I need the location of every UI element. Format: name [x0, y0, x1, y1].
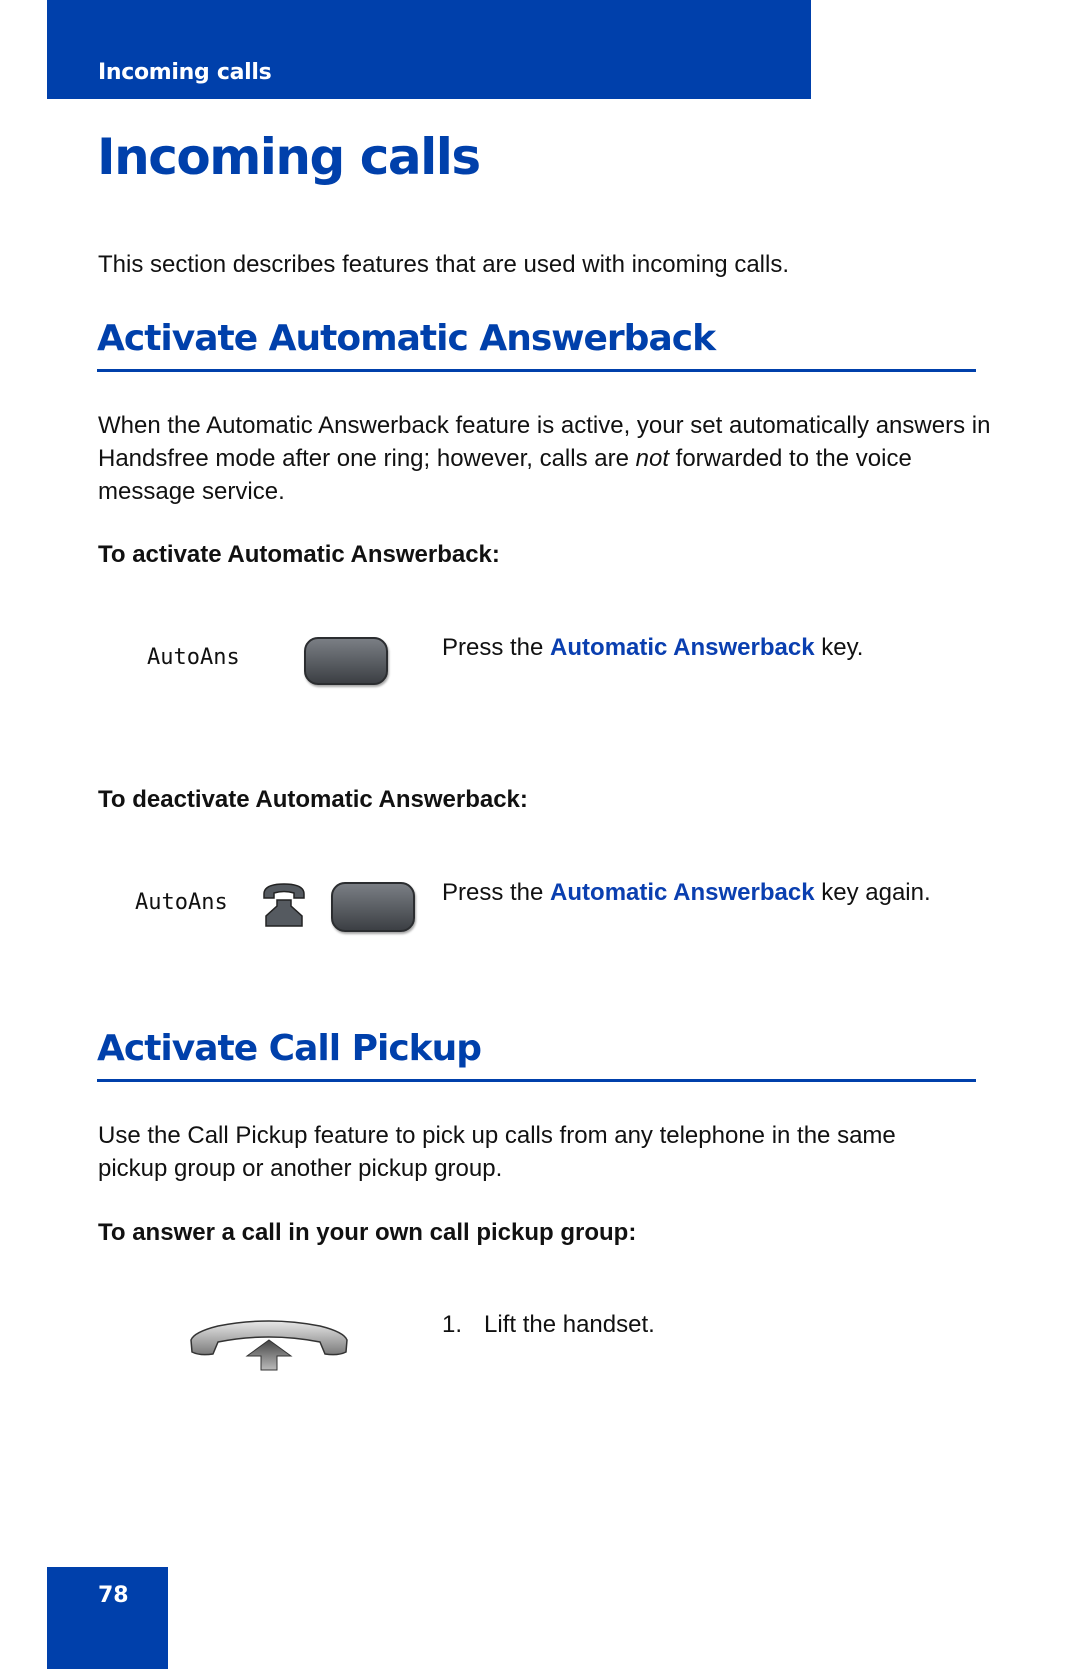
description-emphasis: not	[635, 445, 669, 472]
section-heading-automatic-answerback: Activate Automatic Answerback	[97, 318, 716, 359]
intro-paragraph: This section describes features that are…	[98, 251, 789, 278]
section-rule	[97, 1079, 976, 1082]
lift-handset-icon	[190, 1320, 348, 1371]
display-label-autoans: AutoAns	[135, 890, 228, 915]
procedure-title-answer-pickup: To answer a call in your own call pickup…	[98, 1219, 637, 1246]
procedure-title-deactivate: To deactivate Automatic Answerback:	[98, 786, 528, 813]
key-name: Automatic Answerback	[550, 634, 815, 661]
running-header-title: Incoming calls	[98, 60, 272, 85]
call-pickup-description: Use the Call Pickup feature to pick up c…	[98, 1122, 896, 1182]
step-deactivate: Press the Automatic Answerback key again…	[442, 876, 942, 909]
step-text: Lift the handset.	[484, 1311, 655, 1338]
step-text: Press the	[442, 879, 551, 906]
softkey-icon[interactable]	[331, 882, 415, 932]
step-text-end: key.	[814, 634, 864, 661]
softkey-icon[interactable]	[304, 637, 388, 685]
answerback-description: When the Automatic Answerback feature is…	[98, 409, 998, 508]
step-text-end: key again.	[814, 879, 931, 906]
section-heading-call-pickup: Activate Call Pickup	[97, 1028, 482, 1069]
handsfree-phone-icon	[263, 883, 305, 927]
step-text: Press the	[442, 634, 551, 661]
display-label-autoans: AutoAns	[147, 645, 240, 670]
key-name: Automatic Answerback	[550, 879, 815, 906]
step-lift-handset: 1. Lift the handset.	[442, 1308, 962, 1341]
page-number: 78	[98, 1583, 129, 1608]
step-number: 1.	[442, 1311, 463, 1338]
section-rule	[97, 369, 976, 372]
procedure-title-activate: To activate Automatic Answerback:	[98, 541, 500, 568]
step-activate: Press the Automatic Answerback key.	[442, 631, 962, 664]
page-title: Incoming calls	[97, 128, 481, 186]
